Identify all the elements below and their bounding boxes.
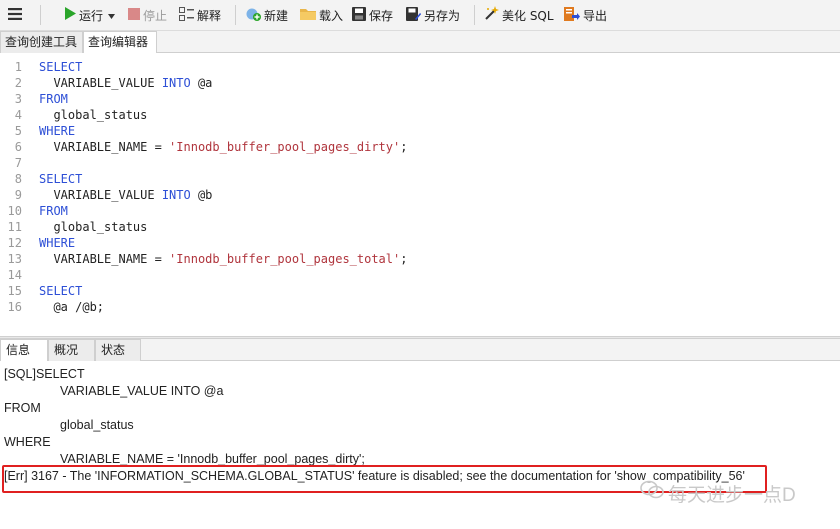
code-line: 2 VARIABLE_VALUE INTO @a [0, 75, 840, 91]
line-number: 11 [7, 220, 22, 234]
beautify-sql-label: 美化 SQL [502, 8, 554, 23]
save-as-icon [406, 6, 422, 24]
tab-info[interactable]: 信息 [0, 339, 48, 362]
chevron-down-icon[interactable] [108, 8, 116, 22]
save-as-label: 另存为 [424, 8, 461, 23]
new-query-icon [246, 6, 261, 24]
code-line: 13 VARIABLE_NAME = 'Innodb_buffer_pool_p… [0, 251, 840, 267]
code-text: FROM [39, 92, 68, 106]
run-label: 运行 [79, 8, 104, 23]
line-number: 12 [7, 236, 22, 250]
code-text: SELECT [39, 60, 83, 74]
code-line: 12 WHERE [0, 235, 840, 251]
code-text: WHERE [39, 236, 76, 250]
code-text: SELECT [39, 172, 83, 186]
tab-query-editor[interactable]: 查询编辑器 [83, 31, 157, 54]
line-number: 16 [7, 300, 22, 314]
new-button[interactable]: 新建 [246, 5, 288, 25]
save-label: 保存 [369, 8, 394, 23]
save-icon [352, 6, 366, 24]
code-line: 6 VARIABLE_NAME = 'Innodb_buffer_pool_pa… [0, 139, 840, 155]
result-tab-bar: 信息 概况 状态 [0, 339, 840, 362]
stop-label: 停止 [143, 8, 168, 23]
chat-logo-icon [640, 480, 664, 506]
code-line: 9 VARIABLE_VALUE INTO @b [0, 187, 840, 203]
code-text: VARIABLE_NAME = 'Innodb_buffer_pool_page… [39, 252, 408, 266]
hamburger-menu-icon [8, 7, 22, 23]
message-line: global_status [60, 418, 134, 432]
line-number: 6 [14, 140, 22, 154]
toolbar: 运行 停止 解释 新建 载入 保存 另存为 美化 SQL 导出 [0, 0, 840, 31]
explain-icon [179, 6, 194, 24]
watermark: 每天进步一点D [640, 480, 796, 506]
line-number: 14 [7, 268, 22, 282]
load-label: 载入 [319, 8, 344, 23]
line-number: 8 [14, 172, 22, 186]
new-label: 新建 [264, 8, 289, 23]
folder-icon [300, 7, 316, 23]
code-line: 4 global_status [0, 107, 840, 123]
code-text: VARIABLE_NAME = 'Innodb_buffer_pool_page… [39, 140, 408, 154]
message-line: VARIABLE_VALUE INTO @a [60, 384, 224, 398]
save-button[interactable]: 保存 [352, 5, 393, 25]
code-text: global_status [39, 220, 148, 234]
editor-tab-bar: 查询创建工具 查询编辑器 [0, 31, 840, 54]
code-line: 7 [0, 155, 840, 171]
message-line: FROM [4, 401, 41, 415]
play-icon [64, 7, 76, 23]
code-text: FROM [39, 204, 68, 218]
tab-query-builder[interactable]: 查询创建工具 [0, 31, 83, 53]
run-button[interactable]: 运行 [64, 5, 116, 25]
sql-editor[interactable]: 1 SELECT 2 VARIABLE_VALUE INTO @a 3 FROM 4 gl… [0, 53, 840, 336]
code-line: 10 FROM [0, 203, 840, 219]
tab-overview[interactable]: 概况 [48, 339, 95, 361]
save-as-button[interactable]: 另存为 [406, 5, 460, 25]
line-number: 2 [14, 76, 22, 90]
code-line: 14 [0, 267, 840, 283]
explain-label: 解释 [197, 8, 222, 23]
load-button[interactable]: 载入 [300, 5, 343, 25]
beautify-sql-button[interactable]: 美化 SQL [484, 5, 554, 25]
code-text: VARIABLE_VALUE INTO @b [39, 188, 213, 202]
line-number: 5 [14, 124, 22, 138]
line-number: 9 [14, 188, 22, 202]
code-line: 3 FROM [0, 91, 840, 107]
line-number: 7 [14, 156, 22, 170]
menu-button[interactable] [8, 5, 25, 25]
export-icon [564, 6, 580, 24]
line-number: 3 [14, 92, 22, 106]
code-line: 16 @a /@b; [0, 299, 840, 315]
code-line: 1 SELECT [0, 59, 840, 75]
export-button[interactable]: 导出 [564, 5, 607, 25]
code-line: 8 SELECT [0, 171, 840, 187]
code-text: VARIABLE_VALUE INTO @a [39, 76, 213, 90]
code-text: WHERE [39, 124, 76, 138]
stop-button[interactable]: 停止 [128, 5, 167, 25]
message-line: [SQL]SELECT [4, 367, 85, 381]
line-number: 1 [14, 60, 22, 74]
watermark-text: 每天进步一点D [668, 484, 796, 506]
code-line: 11 global_status [0, 219, 840, 235]
message-line: WHERE [4, 435, 51, 449]
stop-icon [128, 7, 140, 23]
code-text: SELECT [39, 284, 83, 298]
line-number: 13 [7, 252, 22, 266]
line-number: 4 [14, 108, 22, 122]
export-label: 导出 [583, 8, 608, 23]
code-line: 5 WHERE [0, 123, 840, 139]
code-line: 15 SELECT [0, 283, 840, 299]
tab-status[interactable]: 状态 [95, 339, 141, 361]
explain-button[interactable]: 解释 [179, 5, 221, 25]
line-number: 15 [7, 284, 22, 298]
code-text: @a /@b; [39, 300, 105, 314]
code-text: global_status [39, 108, 148, 122]
magic-wand-icon [484, 6, 499, 24]
line-number: 10 [7, 204, 22, 218]
